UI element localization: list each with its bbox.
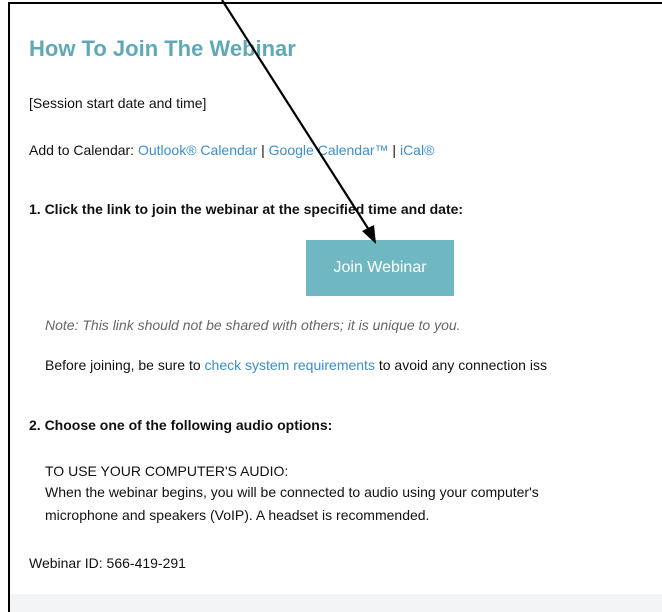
ical-link[interactable]: iCal®	[400, 142, 434, 158]
join-webinar-button[interactable]: Join Webinar	[306, 240, 454, 296]
requirements-line: Before joining, be sure to check system …	[45, 357, 547, 373]
audio-description-line1: When the webinar begins, you will be con…	[45, 484, 539, 500]
separator: |	[392, 142, 397, 158]
share-note: Note: This link should not be shared wit…	[45, 317, 461, 333]
separator: |	[261, 142, 265, 158]
audio-title: TO USE YOUR COMPUTER'S AUDIO:	[45, 463, 289, 479]
requirements-text-before: Before joining, be sure to	[45, 357, 201, 373]
webinar-id: Webinar ID: 566-419-291	[29, 555, 186, 571]
outlook-calendar-link[interactable]: Outlook® Calendar	[138, 142, 257, 158]
google-calendar-link[interactable]: Google Calendar™	[269, 142, 389, 158]
webinar-email-panel: How To Join The Webinar [Session start d…	[8, 2, 662, 612]
audio-description-line2: microphone and speakers (VoIP). A headse…	[45, 507, 430, 523]
step2-heading: 2. Choose one of the following audio opt…	[29, 417, 333, 433]
step1-heading: 1. Click the link to join the webinar at…	[29, 201, 464, 217]
calendar-row: Add to Calendar: Outlook® Calendar | Goo…	[29, 142, 434, 158]
session-time: [Session start date and time]	[29, 95, 207, 111]
system-requirements-link[interactable]: check system requirements	[205, 357, 375, 373]
requirements-text-after: to avoid any connection iss	[378, 357, 547, 373]
calendar-label: Add to Calendar:	[29, 142, 135, 158]
bottom-bar	[10, 594, 662, 612]
page-title: How To Join The Webinar	[29, 36, 296, 61]
